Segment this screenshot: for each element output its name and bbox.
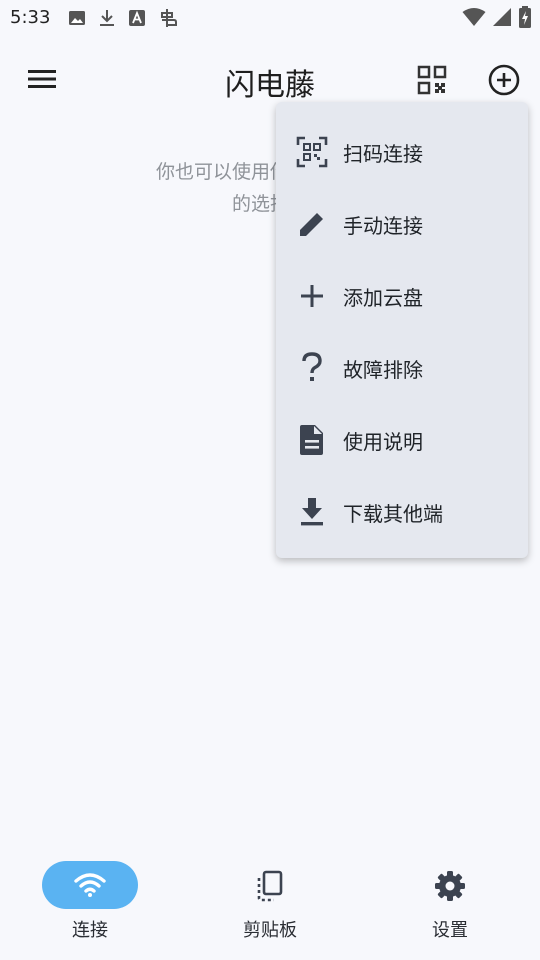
page-title: 闪电藤 xyxy=(225,68,315,103)
menu-item-download-clients[interactable]: 下载其他端 xyxy=(276,476,528,548)
menu-item-label: 扫码连接 xyxy=(343,141,423,166)
nav-item-clipboard[interactable]: 剪贴板 xyxy=(180,850,360,960)
wifi-icon xyxy=(462,8,486,26)
gear-icon xyxy=(435,871,465,901)
clipboard-copy-icon xyxy=(257,870,283,902)
battery-charging-icon xyxy=(519,6,531,28)
bottom-navigation: 连接 剪贴板 设置 xyxy=(0,850,540,960)
qr-code-icon xyxy=(417,65,447,95)
pencil-icon xyxy=(300,213,323,236)
add-circle-icon xyxy=(488,64,520,96)
menu-item-label: 添加云盘 xyxy=(343,285,423,310)
status-bar: 5:33 xyxy=(0,0,540,38)
nav-label: 设置 xyxy=(432,920,468,941)
overflow-menu: 扫码连接 手动连接 添加云盘 故障排除 使用说明 下载其他端 xyxy=(276,102,528,558)
status-time: 5:33 xyxy=(10,7,51,28)
menu-item-label: 手动连接 xyxy=(343,213,423,238)
system-icons xyxy=(462,6,532,28)
nav-label: 剪贴板 xyxy=(243,920,297,941)
download-icon xyxy=(301,498,323,526)
menu-item-manual-connect[interactable]: 手动连接 xyxy=(276,188,528,260)
qr-code-button[interactable] xyxy=(412,60,452,100)
menu-item-instructions[interactable]: 使用说明 xyxy=(276,404,528,476)
menu-item-label: 使用说明 xyxy=(343,429,423,454)
menu-item-troubleshoot[interactable]: 故障排除 xyxy=(276,332,528,404)
image-icon xyxy=(69,11,85,25)
signal-icon xyxy=(493,8,511,26)
menu-item-label: 故障排除 xyxy=(343,357,423,382)
notification-icons xyxy=(68,7,180,29)
active-indicator xyxy=(42,861,138,909)
bug-icon xyxy=(161,9,177,27)
plus-icon xyxy=(301,285,323,307)
menu-item-add-cloud[interactable]: 添加云盘 xyxy=(276,260,528,332)
nav-item-connect[interactable]: 连接 xyxy=(0,850,180,960)
qr-scan-icon xyxy=(296,136,328,168)
text-a-icon xyxy=(129,10,145,26)
document-icon xyxy=(300,425,323,455)
nav-item-settings[interactable]: 设置 xyxy=(360,850,540,960)
download-icon xyxy=(100,10,114,26)
add-button[interactable] xyxy=(484,60,524,100)
nav-label: 连接 xyxy=(72,920,108,941)
menu-item-label: 下载其他端 xyxy=(343,501,443,526)
wifi-icon xyxy=(74,873,106,897)
question-icon xyxy=(302,352,322,381)
app-bar: 闪电藤 xyxy=(0,50,540,110)
menu-item-scan-connect[interactable]: 扫码连接 xyxy=(276,116,528,188)
